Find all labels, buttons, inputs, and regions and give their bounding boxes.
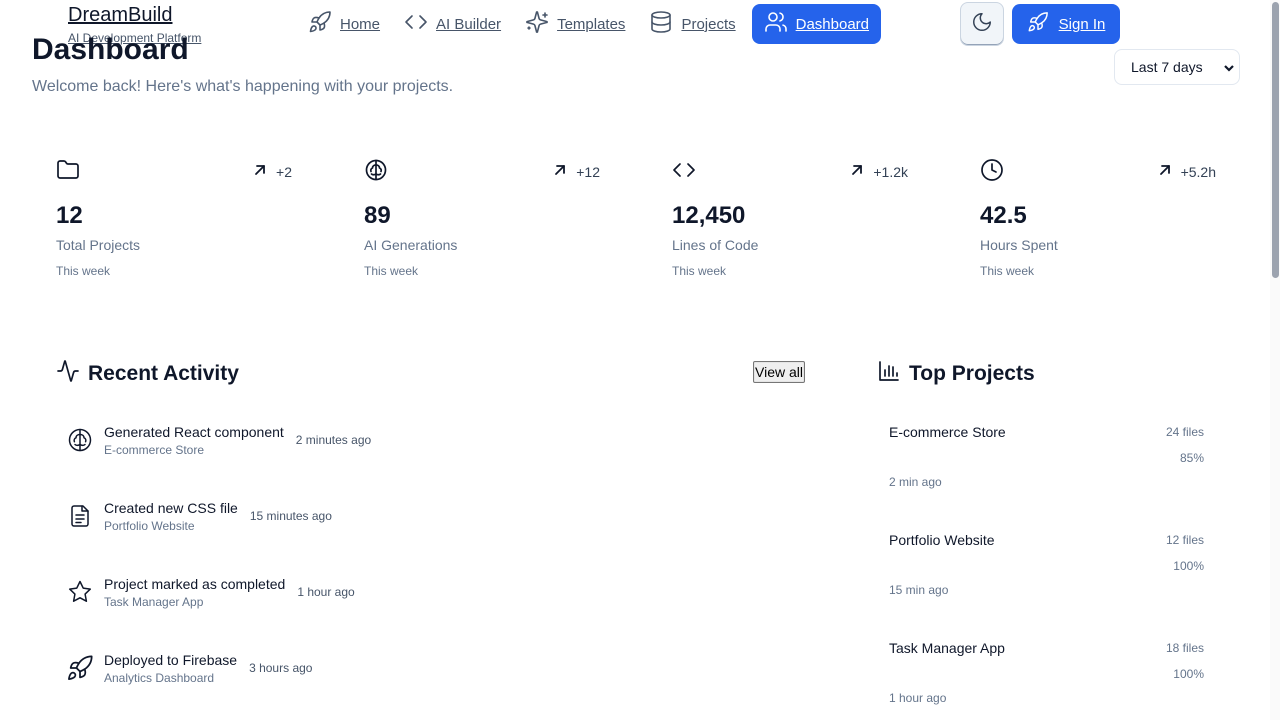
activity-item[interactable]: Project marked as completed Task Manager… [66, 570, 355, 614]
page-scrollbar[interactable] [1270, 0, 1280, 720]
project-name: E-commerce Store [889, 424, 1006, 440]
project-files: 12 files [1165, 533, 1204, 547]
database-icon [649, 10, 673, 38]
activity-title: Generated React component [104, 423, 284, 440]
top-projects-title: Top Projects [909, 361, 1035, 385]
project-time: 2 min ago [889, 475, 942, 489]
file-text-icon [66, 502, 94, 530]
stat-period: This week [980, 264, 1035, 278]
project-files: 18 files [1165, 641, 1204, 655]
brain-icon [66, 426, 94, 454]
page-subtitle: Welcome back! Here's what's happening wi… [32, 78, 454, 95]
stat-delta-value: +2 [276, 163, 292, 180]
project-time: 1 hour ago [889, 691, 947, 705]
trend-up-icon [552, 162, 568, 181]
sparkles-icon [525, 10, 549, 38]
date-range-value: Last 7 days [1131, 59, 1203, 75]
nav-dashboard[interactable]: Dashboard [751, 4, 882, 44]
stat-delta-value: +5.2h [1180, 163, 1216, 180]
recent-activity-title: Recent Activity [88, 361, 239, 385]
stat-card-hours-spent: +5.2h 42.5 Hours Spent This week [980, 156, 1216, 286]
rocket-icon [66, 654, 94, 682]
stat-period: This week [56, 264, 111, 278]
nav-templates[interactable]: Templates [513, 4, 637, 44]
activity-time: 3 hours ago [249, 661, 313, 675]
project-time: 15 min ago [889, 583, 949, 597]
stat-value: 42.5 [980, 202, 1027, 229]
activity-item[interactable]: Created new CSS file Portfolio Website 1… [66, 494, 332, 538]
nav-projects[interactable]: Projects [637, 4, 747, 44]
view-all-button[interactable]: View all [753, 361, 805, 383]
project-name: Task Manager App [889, 640, 1005, 656]
activity-title: Deployed to Firebase [104, 651, 238, 668]
stat-delta-value: +12 [576, 163, 600, 180]
sign-in-label: Sign In [1058, 15, 1106, 33]
project-name: Portfolio Website [889, 532, 995, 548]
rocket-icon [1027, 11, 1049, 37]
brain-icon [364, 158, 388, 182]
stat-period: This week [364, 264, 419, 278]
trend-up-icon [849, 162, 865, 181]
trend-up-icon [252, 162, 268, 181]
stat-card-lines-of-code: +1.2k 12,450 Lines of Code This week [672, 156, 908, 286]
activity-time: 1 hour ago [297, 585, 355, 599]
clock-icon [980, 158, 1004, 182]
stat-delta: +12 [552, 162, 600, 181]
stat-label: Hours Spent [980, 237, 1058, 253]
project-progress: 100% [1173, 667, 1204, 681]
theme-toggle-button[interactable] [960, 2, 1004, 46]
activity-icon [56, 359, 80, 388]
project-item[interactable]: Task Manager App 18 files 100% 1 hour ag… [889, 640, 1204, 720]
project-files: 24 files [1165, 425, 1204, 439]
project-item[interactable]: Portfolio Website 12 files 100% 15 min a… [889, 532, 1204, 612]
scrollbar-thumb[interactable] [1272, 2, 1279, 278]
activity-title: Project marked as completed [104, 575, 286, 592]
activity-item[interactable]: Generated React component E-commerce Sto… [66, 418, 371, 462]
sign-in-button[interactable]: Sign In [1012, 4, 1120, 44]
activity-item[interactable]: Deployed to Firebase Analytics Dashboard… [66, 646, 312, 690]
nav-projects-label: Projects [681, 15, 736, 33]
stat-period: This week [672, 264, 727, 278]
nav-ai-builder-label: AI Builder [436, 15, 502, 33]
activity-project: Analytics Dashboard [104, 670, 215, 685]
activity-time: 2 minutes ago [295, 433, 372, 447]
activity-project: E-commerce Store [104, 442, 205, 457]
stat-delta: +2 [252, 162, 292, 181]
code-icon [672, 158, 696, 182]
page-title-clip: Dashboard [32, 0, 432, 66]
project-progress: 85% [1179, 451, 1204, 465]
stat-label: AI Generations [364, 237, 458, 253]
users-icon [764, 10, 788, 38]
stat-value: 89 [364, 202, 391, 229]
stat-value: 12,450 [672, 202, 746, 229]
trend-up-icon [1157, 162, 1173, 181]
nav-dashboard-label: Dashboard [795, 15, 870, 33]
stat-card-ai-generations: +12 89 AI Generations This week [364, 156, 600, 286]
project-item[interactable]: E-commerce Store 24 files 85% 2 min ago [889, 424, 1204, 504]
stat-card-projects: +2 12 Total Projects This week [56, 156, 292, 286]
activity-title: Created new CSS file [104, 499, 238, 516]
top-projects-header: Top Projects [877, 359, 1035, 388]
stat-label: Lines of Code [672, 237, 759, 253]
activity-time: 15 minutes ago [249, 509, 332, 523]
folder-icon [56, 158, 80, 182]
stat-delta-value: +1.2k [873, 163, 908, 180]
recent-activity-header: Recent Activity [56, 359, 239, 388]
moon-icon [971, 11, 993, 38]
bar-chart-icon [877, 359, 901, 388]
activity-project: Task Manager App [104, 594, 204, 609]
stat-delta: +1.2k [849, 162, 908, 181]
stat-delta: +5.2h [1157, 162, 1216, 181]
project-progress: 100% [1173, 559, 1204, 573]
star-icon [66, 578, 94, 606]
page-title: Dashboard [32, 33, 189, 66]
date-range-select[interactable]: Last 7 days [1114, 49, 1240, 85]
stat-value: 12 [56, 202, 83, 229]
nav-templates-label: Templates [557, 15, 626, 33]
stat-label: Total Projects [56, 237, 141, 253]
activity-project: Portfolio Website [104, 518, 195, 533]
